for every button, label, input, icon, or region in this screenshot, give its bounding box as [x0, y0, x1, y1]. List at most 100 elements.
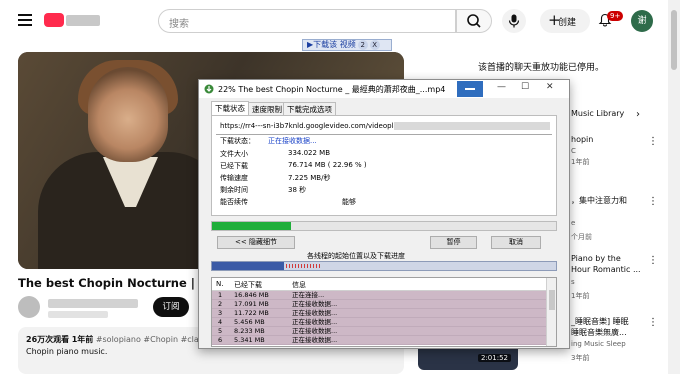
- download-progress-bar: [211, 221, 557, 231]
- downloaded-label: 已经下载: [220, 162, 248, 170]
- sidebar-item-title[interactable]: _睡眠音樂] 睡眠: [571, 316, 629, 327]
- thread-marker: [286, 264, 287, 268]
- thread-marker: [295, 264, 296, 268]
- column-header-info[interactable]: 信息: [292, 280, 306, 290]
- table-row[interactable]: 3 11.722 MB 正在接收数据...: [212, 309, 546, 318]
- chat-replay-notice: 该首播的聊天重放功能已停用。: [478, 63, 605, 73]
- search-button[interactable]: [456, 9, 492, 33]
- description-text: Chopin piano music.: [26, 347, 108, 356]
- sidebar-item-title-line2[interactable]: 睡眠音樂無廣...: [571, 327, 627, 338]
- subscriber-count-blurred: [48, 311, 108, 318]
- close-icon[interactable]: ✕: [546, 82, 554, 92]
- logo-text-blurred: [66, 15, 100, 26]
- channel-name-blurred[interactable]: [48, 299, 138, 308]
- video-figure-face: [88, 67, 168, 162]
- dialog-title: 22% The best Chopin Nocturne _ 最經典的蕭邦夜曲_…: [218, 85, 446, 94]
- cancel-button[interactable]: 取消: [491, 236, 541, 249]
- sidebar-item-channel: ing Music Sleep: [571, 340, 626, 348]
- sidebar-item-title[interactable]: Piano by the: [571, 254, 621, 263]
- description-meta: 26万次观看 1年前 #solopiano #Chopin #classi: [26, 334, 209, 345]
- table-row[interactable]: 2 17.091 MB 正在接收数据...: [212, 300, 546, 309]
- row-downloaded: 17.091 MB: [234, 300, 269, 308]
- taskbar-minimize-accent[interactable]: [457, 81, 483, 97]
- logo-mark: [44, 13, 64, 27]
- table-scrollbar-thumb[interactable]: [549, 290, 555, 310]
- hide-details-button[interactable]: << 隐藏细节: [217, 236, 295, 249]
- row-info: 正在接收数据...: [292, 300, 338, 308]
- thread-marker: [319, 264, 320, 268]
- youtube-logo[interactable]: [44, 12, 102, 29]
- tab-completion-options[interactable]: 下载完成选项: [283, 102, 336, 115]
- sidebar-item-channel: e: [571, 219, 576, 227]
- sidebar-item-channel: C: [571, 147, 576, 155]
- row-info: 正在接收数据...: [292, 309, 338, 317]
- tab-download-status[interactable]: 下载状态: [211, 101, 249, 116]
- pause-button[interactable]: 暂停: [430, 236, 477, 249]
- table-row[interactable]: 1 16.846 MB 正在连接...: [212, 291, 546, 300]
- mic-icon: [508, 14, 520, 28]
- more-options-icon[interactable]: ⋮: [648, 136, 658, 147]
- thread-marker: [289, 264, 290, 268]
- resume-label: 能否续传: [220, 198, 248, 206]
- resume-value: 能够: [342, 198, 356, 206]
- row-n: 3: [218, 309, 223, 317]
- download-video-bar[interactable]: ▶下载该 视频 2 X: [302, 39, 392, 51]
- row-downloaded: 11.722 MB: [234, 309, 269, 317]
- threads-table: N. 已经下载 信息 1 16.846 MB 正在连接... 2 17.091 MB 正…: [211, 277, 557, 347]
- column-header-n[interactable]: N.: [216, 280, 223, 288]
- thread-marker: [298, 264, 299, 268]
- table-row[interactable]: 4 5.456 MB 正在接收数据...: [212, 318, 546, 327]
- status-label: 下载状态：: [220, 137, 255, 145]
- create-button[interactable]: + 创建: [540, 9, 590, 33]
- sidebar-item-age: 3年前: [571, 354, 590, 362]
- chevron-right-icon[interactable]: ›: [636, 109, 640, 120]
- channel-avatar[interactable]: [18, 296, 40, 318]
- time-left-value: 38 秒: [288, 186, 307, 194]
- thread-marker: [301, 264, 302, 268]
- ext-bar-num[interactable]: 2: [357, 40, 368, 50]
- table-row[interactable]: 5 8.233 MB 正在接收数据...: [212, 327, 546, 336]
- table-scrollbar[interactable]: [546, 278, 556, 346]
- more-options-icon[interactable]: ⋮: [648, 255, 658, 266]
- minimize-icon[interactable]: —: [497, 82, 506, 92]
- subscribe-button[interactable]: 订阅: [153, 297, 189, 317]
- scrollbar-thumb[interactable]: [671, 10, 677, 70]
- menu-icon[interactable]: [18, 14, 32, 26]
- sidebar-item-age: 1年前: [571, 158, 590, 166]
- more-options-icon[interactable]: ⋮: [648, 317, 658, 328]
- sidebar-item-title[interactable]: hopin: [571, 135, 593, 144]
- chip-music-library[interactable]: Music Library: [571, 109, 624, 118]
- row-info: 正在接收数据...: [292, 336, 338, 344]
- thread-marker: [304, 264, 305, 268]
- row-downloaded: 5.456 MB: [234, 318, 265, 326]
- downloader-icon: [204, 84, 214, 94]
- row-n: 5: [218, 327, 223, 335]
- download-url: https://rr4---sn-i3b7knld.googlevideo.co…: [220, 122, 407, 130]
- page-scrollbar[interactable]: [668, 0, 680, 374]
- search-input[interactable]: 搜索: [158, 9, 456, 33]
- sidebar-item-channel: s: [571, 278, 575, 286]
- maximize-icon[interactable]: ☐: [521, 82, 529, 92]
- thread-marker: [310, 264, 311, 268]
- row-downloaded: 5.341 MB: [234, 336, 265, 344]
- file-size-label: 文件大小: [220, 150, 248, 158]
- row-n: 4: [218, 318, 223, 326]
- tab-speed-limit[interactable]: 速度限制: [248, 102, 286, 115]
- more-options-icon[interactable]: ⋮: [648, 196, 658, 207]
- thumbnail-duration: 2:01:52: [478, 354, 511, 362]
- column-header-downloaded[interactable]: 已经下载: [234, 280, 262, 290]
- ext-bar-close[interactable]: X: [369, 40, 380, 50]
- sidebar-item-title-line2[interactable]: Hour Romantic ...: [571, 265, 641, 274]
- voice-search-button[interactable]: [502, 9, 526, 33]
- thread-marker: [313, 264, 314, 268]
- dialog-titlebar[interactable]: 22% The best Chopin Nocturne _ 最經典的蕭邦夜曲_…: [199, 80, 569, 98]
- account-avatar[interactable]: 谢: [631, 10, 653, 32]
- download-progress-fill: [212, 222, 291, 230]
- hashtags[interactable]: #solopiano #Chopin #classi: [96, 335, 210, 344]
- upload-age: 1年前: [71, 335, 94, 344]
- row-n: 6: [218, 336, 223, 344]
- speed-label: 传输速度: [220, 174, 248, 182]
- sidebar-item-title[interactable]: ，集中注意力和: [571, 195, 627, 206]
- status-value: 正在接收数据...: [268, 137, 317, 145]
- table-row[interactable]: 6 5.341 MB 正在接收数据...: [212, 336, 546, 345]
